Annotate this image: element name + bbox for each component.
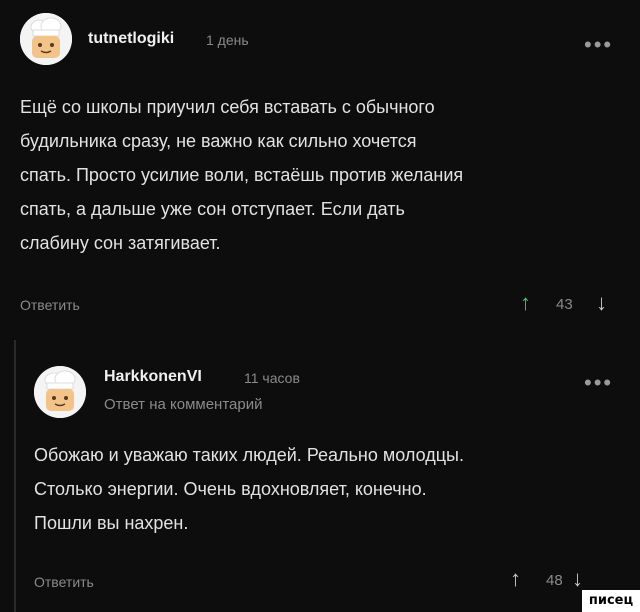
upvote-icon[interactable]: ↑	[520, 292, 531, 314]
reply-button[interactable]: Ответить	[34, 574, 94, 590]
avatar[interactable]	[34, 366, 86, 418]
comment-line: Столько энергии. Очень вдохновляет, коне…	[34, 479, 427, 499]
more-options-icon[interactable]: •••	[584, 372, 613, 394]
comment-line: Пошли вы нахрен.	[34, 513, 189, 533]
score: 43	[556, 296, 573, 313]
watermark: писец	[582, 590, 640, 612]
avatar[interactable]	[20, 13, 72, 65]
chef-avatar-icon	[34, 366, 86, 418]
comment-line: спать. Просто усилие воли, встаёшь проти…	[20, 165, 464, 185]
reply-button[interactable]: Ответить	[20, 297, 80, 313]
chef-avatar-icon	[20, 13, 72, 65]
reply-to-label[interactable]: Ответ на комментарий	[104, 396, 262, 413]
comment-line: Обожаю и уважаю таких людей. Реально мол…	[34, 445, 464, 465]
username[interactable]: HarkkonenVI	[104, 368, 202, 386]
score: 48	[546, 572, 563, 589]
downvote-icon[interactable]: ↓	[572, 568, 583, 590]
timestamp: 11 часов	[244, 370, 300, 386]
comment-2: HarkkonenVI 11 часов Ответ на комментари…	[0, 330, 640, 612]
more-options-icon[interactable]: •••	[584, 34, 613, 56]
upvote-icon[interactable]: ↑	[510, 568, 521, 590]
comment-line: Ещё со школы приучил себя вставать с обы…	[20, 97, 435, 117]
comment-body: Ещё со школы приучил себя вставать с обы…	[20, 90, 463, 260]
comment-line: спать, а дальше уже сон отступает. Если …	[20, 199, 405, 219]
timestamp: 1 день	[206, 32, 249, 48]
comment-body: Обожаю и уважаю таких людей. Реально мол…	[34, 438, 464, 540]
comment-line: слабину сон затягивает.	[20, 233, 221, 253]
username[interactable]: tutnetlogiki	[88, 30, 174, 48]
downvote-icon[interactable]: ↓	[596, 292, 607, 314]
comment-line: будильника сразу, не важно как сильно хо…	[20, 131, 417, 151]
comment-1: tutnetlogiki 1 день ••• Ещё со школы при…	[0, 0, 640, 330]
